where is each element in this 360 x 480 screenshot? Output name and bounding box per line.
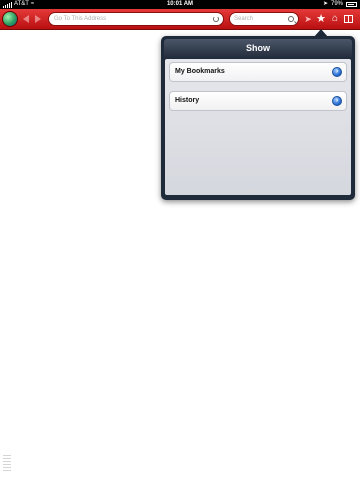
tabs-icon[interactable] bbox=[342, 11, 356, 27]
status-time: 10:01 AM bbox=[166, 1, 194, 7]
search-input[interactable]: Search bbox=[229, 12, 299, 26]
list-item-my-bookmarks[interactable]: My Bookmarks › bbox=[169, 62, 347, 82]
chevron-right-icon[interactable]: › bbox=[332, 67, 342, 77]
popover-list: My Bookmarks › History › bbox=[165, 59, 351, 195]
chevron-right-icon[interactable]: › bbox=[332, 96, 342, 106]
location-icon: ➤ bbox=[322, 1, 328, 7]
list-item-history[interactable]: History › bbox=[169, 91, 347, 111]
back-arrow-icon[interactable] bbox=[23, 15, 29, 23]
list-item-label: My Bookmarks bbox=[175, 68, 225, 75]
battery-percent: 79% bbox=[330, 1, 343, 7]
list-item-label: History bbox=[175, 97, 200, 104]
drag-handle-icon[interactable] bbox=[3, 455, 11, 477]
battery-icon bbox=[346, 2, 357, 7]
search-icon[interactable] bbox=[288, 16, 294, 22]
show-popover: Show My Bookmarks › History › bbox=[161, 36, 355, 200]
status-bar: AT&T ≈ 10:01 AM ➤ 79% bbox=[0, 0, 360, 9]
address-input[interactable]: Go To This Address bbox=[48, 12, 224, 26]
browser-toolbar: Go To This Address Search ➤ ★ ⌂ bbox=[0, 9, 360, 30]
status-right: ➤ 79% bbox=[323, 0, 357, 9]
globe-icon[interactable] bbox=[2, 11, 18, 27]
reload-icon[interactable] bbox=[213, 16, 219, 22]
popover-title: Show bbox=[164, 39, 352, 58]
address-placeholder: Go To This Address bbox=[54, 16, 107, 22]
forward-arrow-icon[interactable] bbox=[35, 15, 41, 23]
share-arrow-icon[interactable]: ➤ bbox=[301, 11, 315, 27]
bookmark-star-icon[interactable]: ★ bbox=[314, 11, 328, 27]
home-icon[interactable]: ⌂ bbox=[328, 11, 342, 27]
search-placeholder: Search bbox=[234, 16, 254, 22]
